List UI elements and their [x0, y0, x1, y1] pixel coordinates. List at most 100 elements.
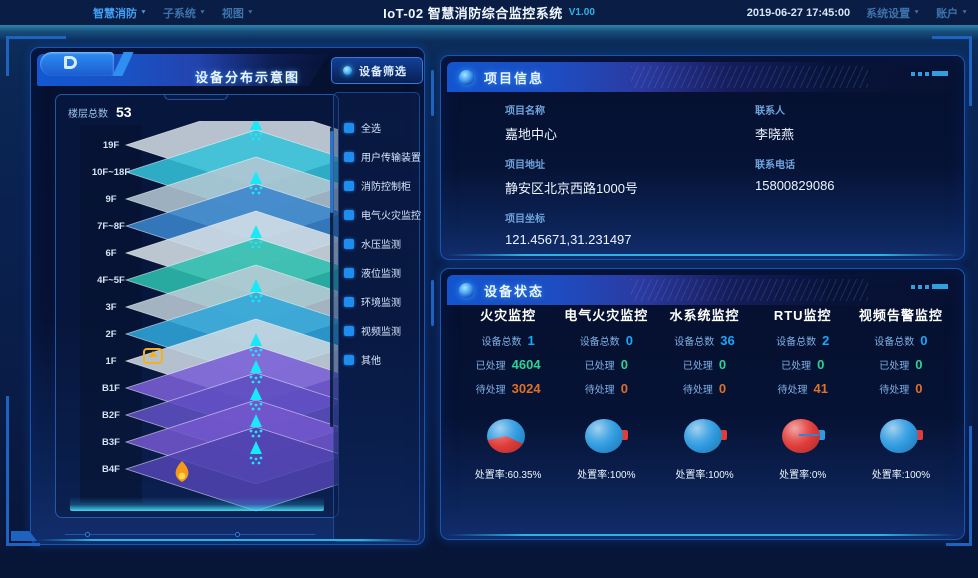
checkbox-icon[interactable] [344, 239, 354, 249]
processed-value: 0 [817, 357, 824, 372]
status-column-电气火灾监控: 电气火灾监控 设备总数 0 已处理 0 待处理 0 处置率:100% [557, 305, 655, 481]
filter-item-其他[interactable]: 其他 [344, 345, 417, 374]
frame-tick [431, 70, 434, 116]
glow-dot-icon [343, 66, 352, 75]
floor-label-7F~8F: 7F~8F [97, 221, 125, 232]
filter-label: 水压监测 [361, 236, 401, 251]
processed-label: 已处理 [585, 357, 615, 372]
floor-label-6F: 6F [105, 248, 116, 259]
frame-tick [431, 280, 434, 326]
filter-label: 电气火灾监控 [361, 207, 421, 222]
floor-label-B1F: B1F [102, 383, 120, 394]
disposal-rate-text: 处置率:0% [779, 466, 826, 481]
filter-item-用户传输装置[interactable]: 用户传输装置 [344, 142, 417, 171]
system-settings-menu[interactable]: 系统设置▼ [866, 5, 920, 21]
total-label: 设备总数 [874, 333, 914, 348]
building-view: 楼层总数 53 19F10F~18F9F7F~8F6F4F~5F3F2F1FB1… [55, 94, 339, 518]
filter-item-水压监测[interactable]: 水压监测 [344, 229, 417, 258]
filter-label: 视频监测 [361, 323, 401, 338]
circuit-deco-line [65, 527, 315, 535]
field-label: 联系人 [755, 102, 934, 117]
disposal-rate-pie [681, 419, 729, 457]
device-filter-tab[interactable]: 设备筛选 [331, 57, 423, 84]
device-distribution-panel: 设备分布示意图 设备筛选 楼层总数 53 19F10F~18F9F7F~8F6F… [30, 47, 425, 545]
pending-label: 待处理 [683, 381, 713, 396]
top-glow-strip [0, 25, 978, 41]
header-deco-dots [911, 284, 948, 289]
total-value: 36 [720, 333, 734, 348]
filter-item-视频监测[interactable]: 视频监测 [344, 316, 417, 345]
main-menu: 智慧消防▼ 子系统▼ 视图▼ [93, 0, 254, 25]
pending-value: 0 [719, 381, 726, 396]
menu-视图[interactable]: 视图▼ [222, 5, 254, 21]
account-menu[interactable]: 账户▼ [936, 5, 968, 21]
total-label: 设备总数 [481, 333, 521, 348]
field-value: 嘉地中心 [505, 124, 755, 143]
checkbox-icon[interactable] [344, 123, 354, 133]
pending-value: 0 [621, 381, 628, 396]
pie-leader-line [799, 434, 819, 436]
field-label: 项目地址 [505, 156, 755, 171]
processed-value: 4604 [512, 357, 541, 372]
status-column-title: 电气火灾监控 [564, 305, 648, 324]
disposal-rate-pie [779, 419, 827, 457]
building-stack-diagram: 19F10F~18F9F7F~8F6F4F~5F3F2F1FB1FB2FB3FB… [56, 121, 339, 513]
floor-label-B4F: B4F [102, 464, 120, 475]
filter-label: 用户传输装置 [361, 149, 421, 164]
pie-chart [880, 419, 918, 453]
total-value: 0 [626, 333, 633, 348]
menu-子系统[interactable]: 子系统▼ [163, 5, 206, 21]
filter-item-环境监测[interactable]: 环境监测 [344, 287, 417, 316]
processed-value: 0 [915, 357, 922, 372]
project-field-项目地址: 项目地址 静安区北京西路1000号 [505, 156, 755, 197]
processed-label: 已处理 [879, 357, 909, 372]
checkbox-icon[interactable] [344, 268, 354, 278]
floor-total-label: 楼层总数 [68, 105, 108, 120]
filter-item-液位监测[interactable]: 液位监测 [344, 258, 417, 287]
pending-value: 3024 [512, 381, 541, 396]
disposal-rate-pie [877, 419, 925, 457]
checkbox-icon[interactable] [344, 152, 354, 162]
filter-item-全选[interactable]: 全选 [344, 113, 417, 142]
disposal-rate-text: 处置率:60.35% [475, 466, 542, 481]
pending-value: 0 [915, 381, 922, 396]
datetime-display: 2019-06-27 17:45:00 [747, 7, 850, 19]
frame-corner-top-right [932, 36, 972, 106]
pending-value: 41 [813, 381, 827, 396]
floor-label-10F~18F: 10F~18F [92, 167, 130, 178]
device-status-panel: 设备状态 火灾监控 设备总数 1 已处理 4604 待处理 3024 处置率:6… [440, 268, 965, 540]
checkbox-icon[interactable] [344, 210, 354, 220]
floor-label-9F: 9F [105, 194, 116, 205]
project-field-项目坐标: 项目坐标 121.45671,31.231497 [505, 210, 755, 247]
pending-label: 待处理 [777, 381, 807, 396]
checkbox-icon[interactable] [344, 355, 354, 365]
field-value: 15800829086 [755, 178, 934, 193]
status-column-title: 视频告警监控 [859, 305, 943, 324]
dashboard: 智慧消防▼子系统▼视图▼ IoT-02 智慧消防综合监控系统 V1.00 201… [0, 0, 978, 578]
processed-value: 0 [621, 357, 628, 372]
pending-label: 待处理 [476, 381, 506, 396]
checkbox-icon[interactable] [344, 297, 354, 307]
pie-chart [487, 419, 525, 453]
hatch-deco [631, 66, 868, 88]
frame-corner-top-left [6, 36, 66, 76]
filter-label: 环境监测 [361, 294, 401, 309]
chevron-down-icon: ▼ [140, 10, 147, 16]
processed-value: 0 [719, 357, 726, 372]
project-field-联系人: 联系人 李晓燕 [755, 102, 934, 143]
menu-智慧消防[interactable]: 智慧消防▼ [93, 5, 147, 21]
pie-chart [684, 419, 722, 453]
status-column-RTU监控: RTU监控 设备总数 2 已处理 0 待处理 41 处置率:0% [754, 305, 852, 481]
device-distribution-title: 设备分布示意图 [195, 67, 300, 86]
checkbox-icon[interactable] [344, 326, 354, 336]
checkbox-icon[interactable] [344, 181, 354, 191]
field-label: 项目坐标 [505, 210, 755, 225]
pie-chart [585, 419, 623, 453]
processed-label: 已处理 [683, 357, 713, 372]
field-value: 静安区北京西路1000号 [505, 178, 755, 197]
total-label: 设备总数 [580, 333, 620, 348]
filter-item-电气火灾监控[interactable]: 电气火灾监控 [344, 200, 417, 229]
project-info-panel: 项目信息 项目名称 嘉地中心联系人 李晓燕项目地址 静安区北京西路1000号联系… [440, 55, 965, 260]
status-column-title: 水系统监控 [670, 305, 740, 324]
filter-item-消防控制柜[interactable]: 消防控制柜 [344, 171, 417, 200]
